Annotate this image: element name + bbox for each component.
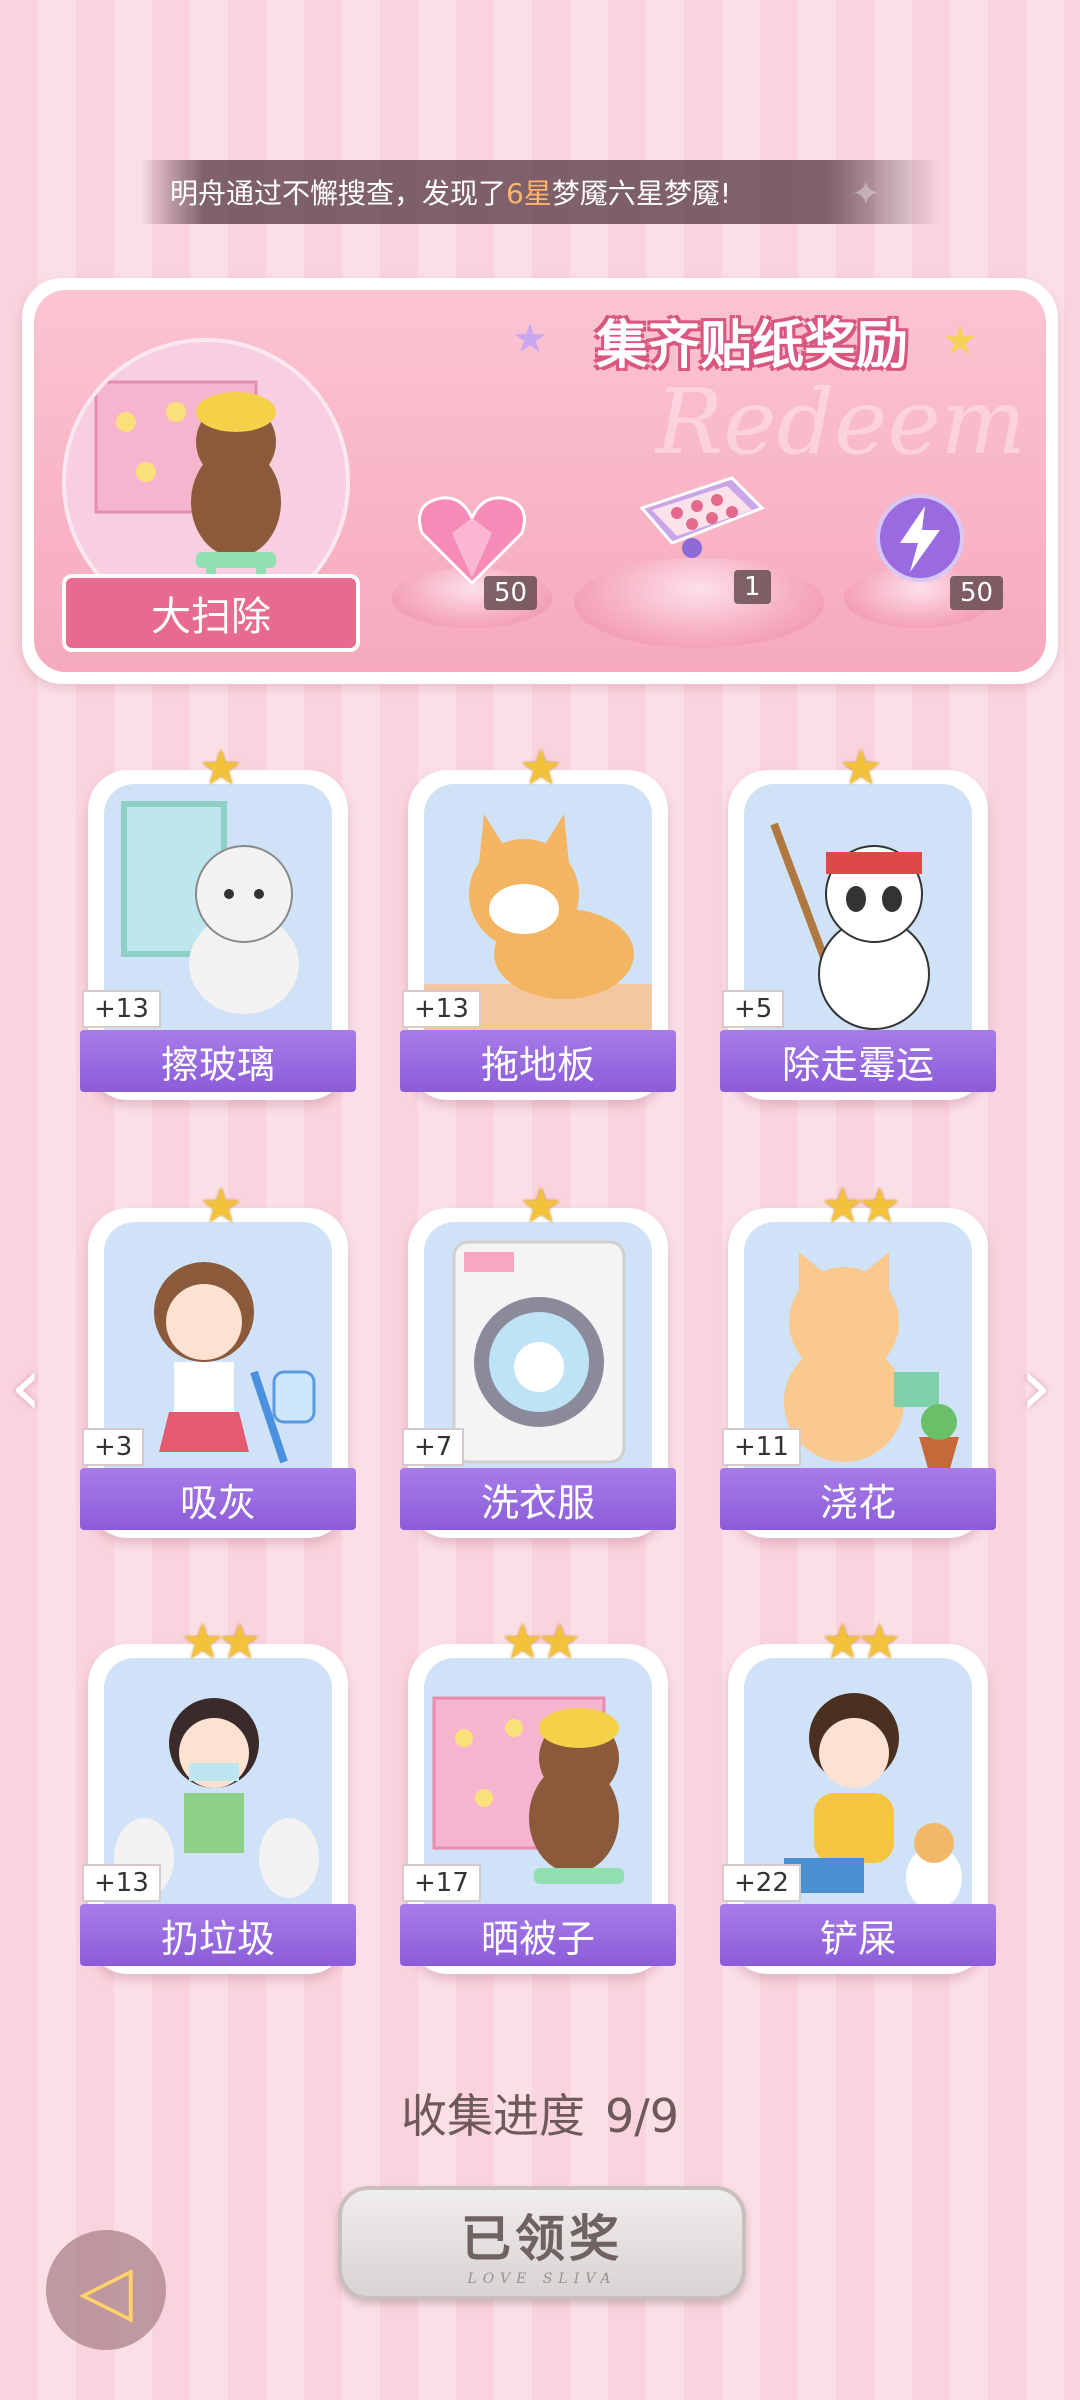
- star-rating: ★: [199, 740, 242, 796]
- card-points: +5: [722, 990, 785, 1028]
- sticker-card[interactable]: ★ +3 吸灰: [80, 1178, 356, 1538]
- star-rating: ★★: [820, 1178, 901, 1234]
- claimed-button-label: 已领奖: [461, 2210, 623, 2268]
- card-label: 晒被子: [400, 1904, 676, 1966]
- back-button[interactable]: ◁: [46, 2230, 166, 2350]
- card-points: +22: [722, 1864, 801, 1902]
- card-label: 除走霉运: [720, 1030, 996, 1092]
- claimed-button-subtext: LOVE SLIVA: [467, 2271, 617, 2287]
- reward-count: 50: [950, 576, 1004, 610]
- theme-name-plate: 大扫除: [62, 574, 360, 652]
- next-page-arrow-icon[interactable]: ›: [1020, 1340, 1052, 1433]
- star-rating: ★: [199, 1178, 242, 1234]
- star-rating: ★: [519, 1178, 562, 1234]
- sticker-card[interactable]: ★★ +13 扔垃圾: [80, 1614, 356, 1974]
- claimed-button[interactable]: 已领奖 LOVE SLIVA: [338, 2186, 746, 2300]
- sticker-card[interactable]: ★ +13 拖地板: [400, 740, 676, 1100]
- heart-gem-icon: [418, 496, 526, 586]
- card-points: +13: [82, 1864, 161, 1902]
- star-decoration-icon: ✦: [851, 174, 881, 214]
- reward-count: 50: [484, 576, 538, 610]
- star-rating: ★: [519, 740, 562, 796]
- notice-highlight: 6星: [506, 177, 552, 210]
- card-points: +7: [402, 1428, 465, 1466]
- card-label: 洗衣服: [400, 1468, 676, 1530]
- card-label: 扔垃圾: [80, 1904, 356, 1966]
- card-points: +13: [82, 990, 161, 1028]
- sticker-card[interactable]: ★★ +17 晒被子: [400, 1614, 676, 1974]
- card-points: +3: [82, 1428, 145, 1466]
- star-rating: ★: [839, 740, 882, 796]
- star-rating: ★★: [820, 1614, 901, 1670]
- card-points: +17: [402, 1864, 481, 1902]
- card-points: +11: [722, 1428, 801, 1466]
- panel-title: 集齐贴纸奖励: [595, 315, 908, 376]
- progress-label: 收集进度: [400, 2089, 585, 2143]
- gift-box-icon: [639, 476, 765, 558]
- star-icon: ★: [942, 318, 978, 364]
- reward-panel: Redeem ★ 集齐贴纸奖励 ★ 大扫除 50 1 50: [22, 278, 1058, 684]
- sticker-card[interactable]: ★★ +22 铲屎: [720, 1614, 996, 1974]
- back-arrow-icon: ◁: [79, 2249, 133, 2331]
- star-rating: ★★: [500, 1614, 581, 1670]
- lightning-orb-icon: [876, 494, 964, 582]
- notice-prefix: 明舟通过不懈搜查，发现了: [170, 177, 507, 210]
- notice-suffix: 梦魇六星梦魇!: [551, 177, 732, 210]
- sticker-card[interactable]: ★ +7 洗衣服: [400, 1178, 676, 1538]
- star-rating: ★★: [180, 1614, 261, 1670]
- card-label: 拖地板: [400, 1030, 676, 1092]
- collection-progress: 收集进度 9/9: [0, 2080, 1080, 2146]
- sticker-card[interactable]: ★ +13 擦玻璃: [80, 740, 356, 1100]
- sticker-card[interactable]: ★★ +11 浇花: [720, 1178, 996, 1538]
- notification-banner: 明舟通过不懈搜查，发现了 6星 梦魇六星梦魇! ✦: [140, 160, 940, 224]
- sticker-card[interactable]: ★ +5 除走霉运: [720, 740, 996, 1100]
- reward-count: 1: [734, 570, 771, 604]
- previous-page-arrow-icon[interactable]: ‹: [10, 1340, 42, 1433]
- progress-value: 9/9: [604, 2089, 680, 2143]
- card-label: 吸灰: [80, 1468, 356, 1530]
- card-label: 擦玻璃: [80, 1030, 356, 1092]
- card-label: 浇花: [720, 1468, 996, 1530]
- card-points: +13: [402, 990, 481, 1028]
- card-label: 铲屎: [720, 1904, 996, 1966]
